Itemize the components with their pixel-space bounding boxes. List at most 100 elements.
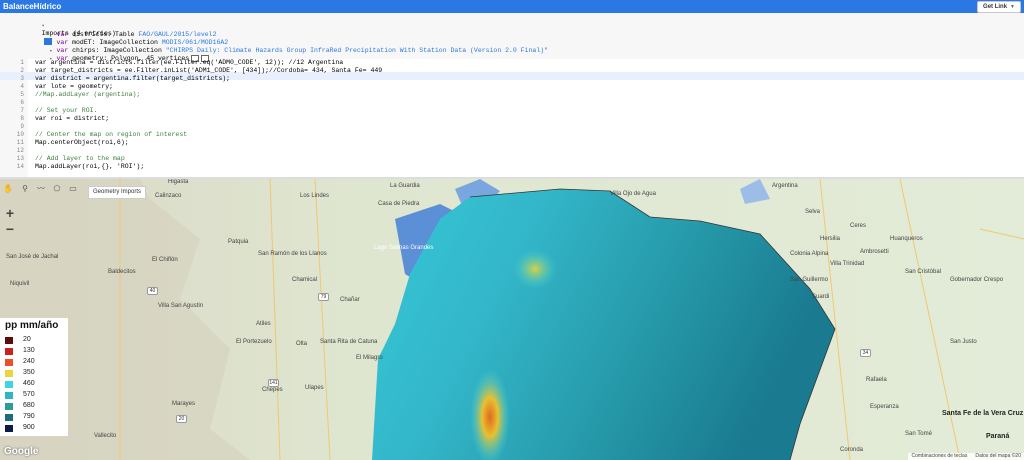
import-value[interactable]: "CHIRPS Daily: Climate Hazards Group Inf… [166,47,548,54]
code-line[interactable]: 10 // Center the map on region of interes… [0,131,1024,139]
import-row[interactable]: ▸ var chirps: ImageCollection "CHIRPS Da… [34,39,548,54]
google-logo[interactable]: Google [4,446,38,458]
code-line[interactable]: 2 var target_districts = ee.Filter.inList… [0,67,1024,75]
place-label: San Justo [950,339,977,345]
zoom-out-button[interactable]: − [2,221,18,237]
get-link-button[interactable]: Get Link ▼ [977,1,1021,13]
legend-label: 350 [23,369,35,376]
legend-swatch [5,358,13,366]
rectangle-icon[interactable]: ▭ [68,184,78,194]
map-canvas[interactable]: Higasta Calinzaco Los Lindes San José de… [0,179,1024,460]
chevron-down-icon[interactable]: ▼ [1010,2,1015,12]
line-number: 2 [20,67,24,74]
map-data-credit[interactable]: Datos del mapa ©20 [975,453,1021,460]
legend-label: 240 [23,358,35,365]
code-line[interactable]: 9 [0,123,1024,131]
legend-item: 130 [5,346,35,356]
line-number: 3 [20,75,24,82]
legend-label: 20 [23,336,31,343]
code-line[interactable]: 4 var lote = geometry; [0,83,1024,91]
code-line[interactable]: 3 var district = argentina.filter(target_… [0,75,1024,83]
legend-swatch [5,369,13,377]
line-number: 13 [16,155,24,162]
place-label: Casa de Piedra [378,201,420,207]
legend-swatch [5,347,13,355]
code-text: // Center the map on region of interest [35,131,188,138]
line-number: 11 [16,139,24,146]
place-label: Los Lindes [300,193,330,199]
import-row[interactable]: ▸ var districts: Table FAO/GAUL/2015/lev… [34,23,217,38]
legend-item: 20 [5,335,31,345]
place-label: San Guillermo [790,277,829,283]
map-attribution: Combinaciones de teclas Datos del mapa ©… [908,453,1024,460]
place-label: Esperanza [870,404,899,410]
place-label: Hersilia [820,236,841,242]
hand-icon[interactable]: ✋ [3,184,13,194]
code-text: //Map.addLayer (argentina); [35,91,141,98]
route-shield: 40 [147,287,158,295]
line-icon[interactable]: 〰 [36,184,46,194]
place-label: Patquia [228,239,249,245]
code-line[interactable]: 5 //Map.addLayer (argentina); [0,91,1024,99]
line-number: 14 [16,163,24,170]
legend-item: 790 [5,412,35,422]
code-line[interactable]: 7 // Set your ROI. [0,107,1024,115]
code-line[interactable]: 11 Map.centerObject(roi,6); [0,139,1024,147]
code-text: var argentina = districts.filter(ee.Filt… [35,59,344,66]
legend-label: 900 [23,424,35,431]
polygon-icon[interactable]: ⬠ [52,184,62,194]
line-number: 8 [20,115,24,122]
place-label: Atiles [256,321,271,327]
line-number: 6 [20,99,24,106]
code-text: Map.addLayer(roi,{}, 'ROI'); [35,163,145,170]
code-line[interactable]: 13 // Add layer to the map [0,155,1024,163]
route-shield: 79 [318,293,329,301]
top-bar: BalanceHídrico Get Link ▼ [0,0,1024,13]
legend-swatch [5,380,13,388]
import-row[interactable]: ▸ var geometry: Polygon, 45 vertices [34,47,210,62]
code-line[interactable]: 6 [0,99,1024,107]
import-row[interactable]: ▸ var modET: ImageCollection MODIS/061/M… [34,31,229,46]
place-label: Olta [296,341,308,347]
place-label: Ceres [850,223,867,229]
place-label: El Chiflón [152,257,178,263]
keyboard-shortcuts-link[interactable]: Combinaciones de teclas [911,453,967,460]
code-text: // Set your ROI. [35,107,98,114]
line-number: 5 [20,91,24,98]
place-label: San José de Jachal [6,254,59,260]
place-label: Chamical [292,277,318,283]
code-text: // Add layer to the map [35,155,125,162]
place-label: Marayes [172,401,196,407]
place-label: Baldecitos [108,269,136,275]
place-label: Paraná [986,433,1010,440]
legend-label: 460 [23,380,35,387]
legend-swatch [5,424,13,432]
legend-item: 570 [5,390,35,400]
legend-item: 680 [5,401,35,411]
code-line[interactable]: 1 var argentina = districts.filter(ee.Fil… [0,59,1024,67]
legend-item: 350 [5,368,35,378]
legend-panel: pp mm/año 20 130 240 350 460 570 680 790… [0,318,68,436]
code-line[interactable]: 14 Map.addLayer(roi,{}, 'ROI'); [0,163,1024,171]
code-line[interactable]: 8 var roi = district; [0,115,1024,123]
line-number: 7 [20,107,24,114]
place-label: Gobernador Crespo [950,277,1004,283]
code-editor[interactable]: ▾ Imports (4 entries) ▸ var districts: T… [0,13,1024,177]
line-number: 12 [16,147,24,154]
zoom-in-button[interactable]: + [2,205,18,221]
code-text: Map.centerObject(roi,6); [35,139,129,146]
code-line[interactable]: 12 [0,147,1024,155]
place-label: Lago Salinas Grandes [374,245,434,251]
place-label: Chañar [340,297,360,303]
legend-item: 900 [5,423,35,433]
legend-swatch [5,413,13,421]
place-label: Villa San Agustín [158,303,204,309]
place-label: Ulapes [305,385,324,391]
place-label: El Milagro [356,355,383,361]
place-label: Calinzaco [155,193,182,199]
point-icon[interactable]: ⚲ [20,184,30,194]
imports-header[interactable]: ▾ Imports (4 entries) [26,14,116,45]
place-label: Villa Trinidad [830,261,865,267]
place-label: Santa Rita de Catuna [320,339,378,345]
place-label: Selva [805,209,821,215]
